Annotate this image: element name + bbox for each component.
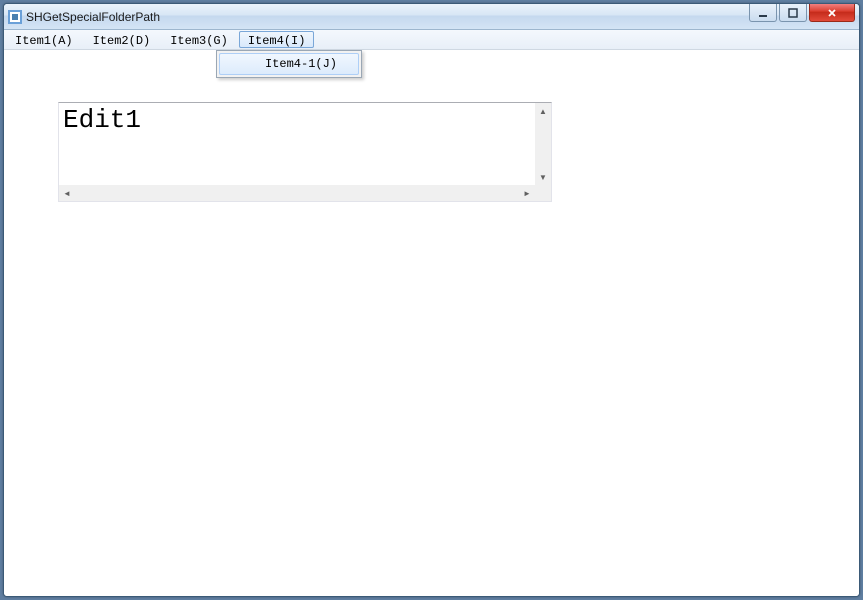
chevron-down-icon: ▼ <box>539 173 547 182</box>
window-title: SHGetSpecialFolderPath <box>26 10 160 24</box>
scroll-up-button[interactable]: ▲ <box>535 103 551 119</box>
maximize-icon <box>788 8 798 18</box>
menubar: Item1(A) Item2(D) Item3(G) Item4(I) <box>4 30 859 50</box>
maximize-button[interactable] <box>779 4 807 22</box>
app-icon <box>8 10 22 24</box>
menu-item-label: Item2(D) <box>93 34 151 48</box>
dropdown-menu: Item4-1(J) <box>216 50 362 78</box>
vertical-scrollbar[interactable]: ▲ ▼ <box>535 103 551 185</box>
menu-item-label: Item3(G) <box>170 34 228 48</box>
titlebar[interactable]: SHGetSpecialFolderPath <box>4 4 859 30</box>
vertical-scroll-track[interactable] <box>535 119 551 169</box>
window-controls <box>747 4 855 29</box>
dropdown-item-label: Item4-1(J) <box>265 57 337 71</box>
edit-box[interactable]: Edit1 ▲ ▼ ◄ ► <box>58 102 552 202</box>
chevron-right-icon: ► <box>523 189 531 198</box>
hscroll-row: ◄ ► <box>59 185 551 201</box>
client-area: Edit1 ▲ ▼ ◄ ► <box>4 50 859 596</box>
menu-item-label: Item4(I) <box>248 34 306 48</box>
horizontal-scrollbar[interactable]: ◄ ► <box>59 185 535 201</box>
minimize-icon <box>758 8 768 18</box>
menu-item4[interactable]: Item4(I) <box>239 31 315 48</box>
menu-item3[interactable]: Item3(G) <box>161 31 237 48</box>
dropdown-item-4-1[interactable]: Item4-1(J) <box>219 53 359 75</box>
scroll-down-button[interactable]: ▼ <box>535 169 551 185</box>
menu-item-label: Item1(A) <box>15 34 73 48</box>
minimize-button[interactable] <box>749 4 777 22</box>
scrollbar-corner <box>535 185 551 201</box>
close-button[interactable] <box>809 4 855 22</box>
horizontal-scroll-track[interactable] <box>75 185 519 201</box>
app-window: SHGetSpecialFolderPath Item1(A) Item2(D)… <box>3 3 860 597</box>
chevron-up-icon: ▲ <box>539 107 547 116</box>
close-icon <box>827 8 837 18</box>
menu-item1[interactable]: Item1(A) <box>6 31 82 48</box>
scroll-left-button[interactable]: ◄ <box>59 185 75 201</box>
edit-inner: Edit1 ▲ ▼ <box>59 103 551 185</box>
scroll-right-button[interactable]: ► <box>519 185 535 201</box>
menu-item2[interactable]: Item2(D) <box>84 31 160 48</box>
edit-content[interactable]: Edit1 <box>59 103 535 185</box>
chevron-left-icon: ◄ <box>63 189 71 198</box>
